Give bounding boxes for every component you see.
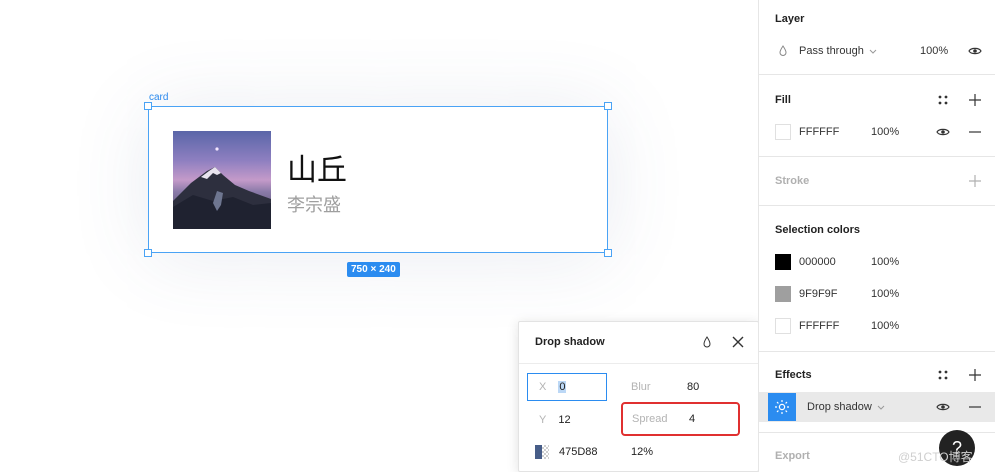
sun-icon[interactable] — [768, 393, 796, 421]
style-grid-icon[interactable] — [935, 367, 951, 383]
color-opacity[interactable]: 100% — [871, 320, 899, 332]
color-hex[interactable]: 9F9F9F — [799, 288, 838, 300]
effect-type-select[interactable]: Drop shadow — [807, 401, 886, 413]
selection-colors-section: Selection colors 000000 100% 9F9F9F 100%… — [759, 206, 995, 352]
card-title[interactable]: 山丘 — [287, 145, 347, 189]
blend-mode-select[interactable]: Pass through — [799, 45, 878, 57]
resize-handle-bottom-right[interactable] — [604, 249, 612, 257]
plus-icon[interactable] — [967, 367, 983, 383]
blur-label: Blur — [631, 381, 651, 393]
layer-title: Layer — [775, 13, 805, 25]
properties-panel: Layer Pass through 100% Fill FFFFFF 100%… — [758, 0, 995, 472]
effects-title: Effects — [775, 369, 812, 381]
blend-mode-value: Pass through — [799, 45, 864, 57]
color-hex[interactable]: FFFFFF — [799, 320, 839, 332]
x-label: X — [539, 381, 547, 393]
spread-value[interactable]: 4 — [689, 413, 695, 425]
x-value[interactable]: 0 — [558, 381, 567, 393]
color-opacity[interactable]: 100% — [871, 256, 899, 268]
plus-icon[interactable] — [967, 173, 983, 189]
selection-colors-title: Selection colors — [775, 224, 860, 236]
spread-label: Spread — [632, 413, 668, 425]
color-hex[interactable]: 000000 — [799, 256, 836, 268]
eye-icon[interactable] — [967, 43, 983, 59]
card-frame[interactable]: 山丘 李宗盛 — [144, 102, 612, 257]
eye-icon[interactable] — [935, 399, 951, 415]
style-grid-icon[interactable] — [935, 92, 951, 108]
shadow-x-input[interactable]: X 0 — [527, 373, 607, 401]
chevron-down-icon — [877, 405, 885, 410]
fill-opacity[interactable]: 100% — [871, 126, 899, 138]
fill-section: Fill FFFFFF 100% — [759, 75, 995, 157]
plus-icon[interactable] — [967, 92, 983, 108]
layer-section: Layer Pass through 100% — [759, 0, 995, 75]
minus-icon[interactable] — [967, 124, 983, 140]
blur-value[interactable]: 80 — [687, 381, 699, 393]
shadow-spread-input[interactable]: Spread 4 — [621, 402, 740, 436]
chevron-down-icon — [869, 49, 877, 54]
layer-row: Pass through 100% — [759, 37, 995, 65]
color-swatch[interactable] — [775, 286, 791, 302]
resize-handle-top-left[interactable] — [144, 102, 152, 110]
color-opacity[interactable]: 100% — [871, 288, 899, 300]
resize-handle-top-right[interactable] — [604, 102, 612, 110]
popup-header: Drop shadow — [519, 322, 758, 364]
drop-shadow-popup: Drop shadow X 0 Blur 80 Y 12 Spread 4 47… — [518, 321, 759, 472]
close-icon[interactable] — [730, 334, 746, 350]
size-badge: 750 × 240 — [347, 262, 400, 277]
y-label: Y — [539, 414, 547, 426]
fill-hex[interactable]: FFFFFF — [799, 126, 839, 138]
drop-icon — [775, 43, 791, 59]
effects-section: Effects Drop shadow — [759, 352, 995, 433]
shadow-blur-input[interactable]: Blur 80 — [631, 373, 741, 401]
drop-icon[interactable] — [700, 335, 714, 349]
color-swatch[interactable] — [775, 318, 791, 334]
y-value[interactable]: 12 — [558, 414, 570, 426]
shadow-y-input[interactable]: Y 12 — [527, 406, 607, 434]
selection-color-row[interactable]: 000000 100% — [759, 248, 995, 276]
fill-swatch[interactable] — [775, 124, 791, 140]
fill-title: Fill — [775, 94, 791, 106]
card-subtitle[interactable]: 李宗盛 — [287, 191, 341, 217]
shadow-color-opacity[interactable]: 12% — [631, 446, 653, 458]
fill-row[interactable]: FFFFFF 100% — [759, 118, 995, 146]
effect-row-drop-shadow[interactable]: Drop shadow — [759, 392, 995, 422]
minus-icon[interactable] — [967, 399, 983, 415]
popup-title: Drop shadow — [535, 336, 605, 348]
effect-type-label: Drop shadow — [807, 401, 872, 413]
selection-color-row[interactable]: FFFFFF 100% — [759, 312, 995, 340]
mountain-image[interactable] — [173, 131, 271, 229]
eye-icon[interactable] — [935, 124, 951, 140]
resize-handle-bottom-left[interactable] — [144, 249, 152, 257]
export-title: Export — [775, 450, 810, 462]
stroke-title: Stroke — [775, 175, 810, 187]
selection-color-row[interactable]: 9F9F9F 100% — [759, 280, 995, 308]
shadow-color-swatch[interactable] — [535, 445, 549, 459]
watermark: @51CTO博客 — [898, 450, 973, 464]
shadow-color-row[interactable]: 475D88 12% — [535, 438, 735, 466]
stroke-section: Stroke — [759, 157, 995, 206]
layer-opacity[interactable]: 100% — [920, 45, 948, 57]
shadow-color-hex[interactable]: 475D88 — [559, 446, 598, 458]
color-swatch[interactable] — [775, 254, 791, 270]
